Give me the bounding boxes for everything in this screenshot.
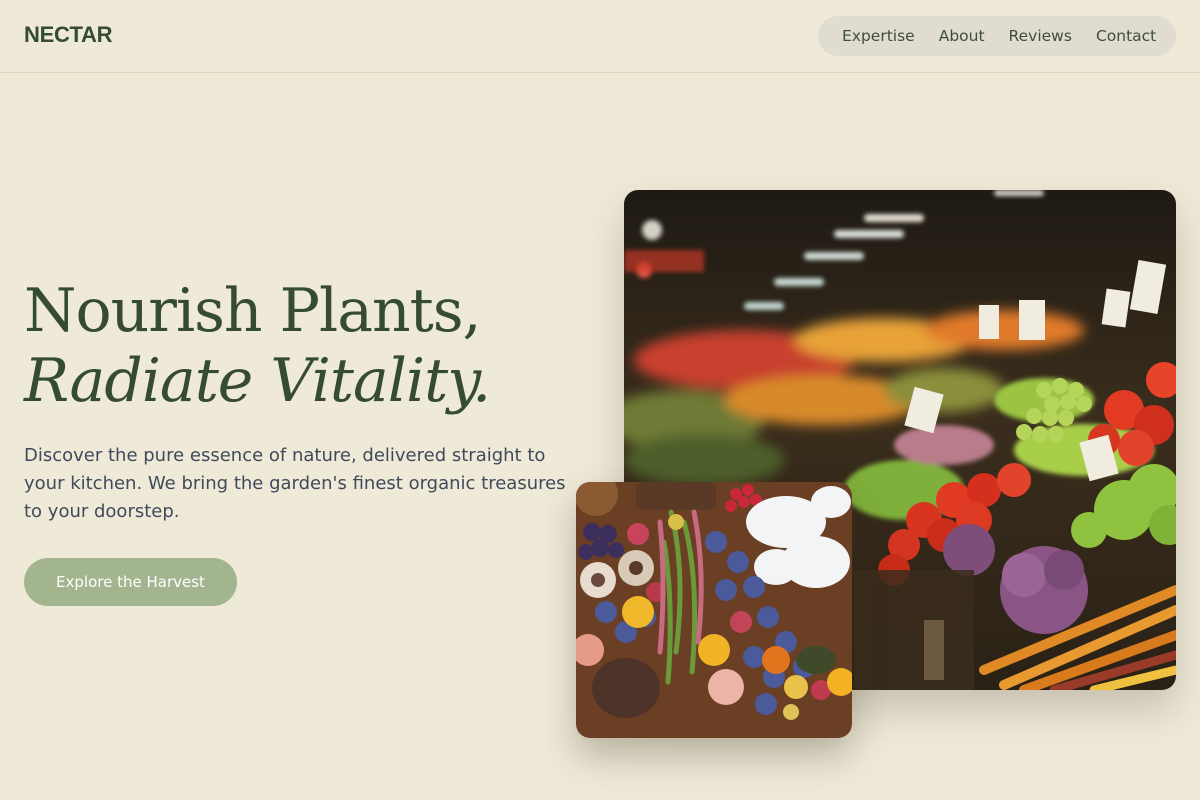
- nav-link-about[interactable]: About: [939, 27, 985, 45]
- nav-link-contact[interactable]: Contact: [1096, 27, 1156, 45]
- hero-headline: Nourish Plants, Radiate Vitality.: [24, 276, 491, 416]
- brand-logo[interactable]: NECTAR: [24, 22, 113, 48]
- hero-headline-line2: Radiate Vitality.: [24, 346, 491, 416]
- hero-headline-line1: Nourish Plants,: [24, 276, 482, 346]
- fruit-spread-image: [576, 482, 852, 738]
- nav-link-expertise[interactable]: Expertise: [842, 27, 915, 45]
- nav-link-reviews[interactable]: Reviews: [1009, 27, 1072, 45]
- hero-description: Discover the pure essence of nature, del…: [24, 445, 566, 522]
- explore-harvest-button[interactable]: Explore the Harvest: [24, 558, 237, 606]
- main-nav: Expertise About Reviews Contact: [818, 16, 1176, 56]
- site-header: NECTAR Expertise About Reviews Contact: [0, 0, 1200, 73]
